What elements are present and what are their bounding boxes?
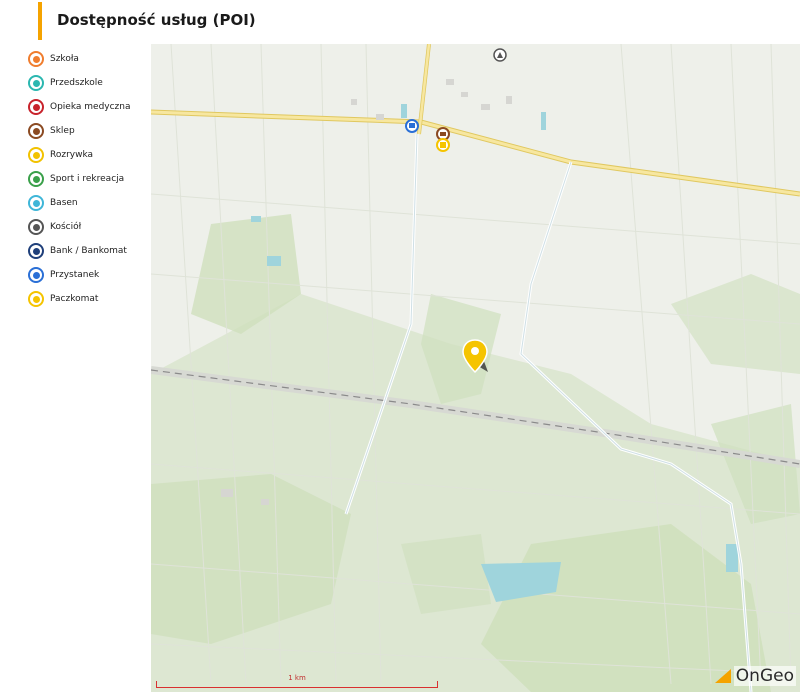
scale-tick-left <box>156 681 157 688</box>
legend-item-parcel-locker[interactable]: Paczkomat <box>28 287 150 311</box>
legend-item-school[interactable]: Szkoła <box>28 47 150 71</box>
legend-item-bus-stop[interactable]: Przystanek <box>28 263 150 287</box>
forest-areas <box>151 214 800 692</box>
map-canvas[interactable] <box>151 44 800 692</box>
legend-item-entertainment[interactable]: Rozrywka <box>28 143 150 167</box>
header-accent-bar <box>38 2 42 40</box>
legend-item-medical[interactable]: Opieka medyczna <box>28 95 150 119</box>
legend-label: Paczkomat <box>50 294 99 304</box>
legend-item-church[interactable]: Kościół <box>28 215 150 239</box>
sport-icon <box>28 171 44 187</box>
legend-item-pool[interactable]: Basen <box>28 191 150 215</box>
legend-item-sport[interactable]: Sport i rekreacja <box>28 167 150 191</box>
map-scale-bar: 1 km <box>156 674 438 688</box>
parcel-locker-icon <box>28 291 44 307</box>
legend-label: Kościół <box>50 222 82 232</box>
legend-label: Bank / Bankomat <box>50 246 127 256</box>
poi-church-marker[interactable] <box>493 48 507 62</box>
legend-label: Przystanek <box>50 270 100 280</box>
legend-label: Przedszkole <box>50 78 103 88</box>
brand-logo: OnGeo <box>714 666 796 686</box>
scale-tick-right <box>437 681 438 688</box>
pool-icon <box>28 195 44 211</box>
kindergarten-icon <box>28 75 44 91</box>
legend-item-bank[interactable]: Bank / Bankomat <box>28 239 150 263</box>
brand-name: OnGeo <box>733 666 796 686</box>
legend-label: Basen <box>50 198 78 208</box>
legend-label: Rozrywka <box>50 150 94 160</box>
bank-icon <box>28 243 44 259</box>
legend-item-shop[interactable]: Sklep <box>28 119 150 143</box>
entertainment-icon <box>28 147 44 163</box>
legend-item-kindergarten[interactable]: Przedszkole <box>28 71 150 95</box>
poi-bus-stop-marker[interactable] <box>405 119 419 133</box>
page-title: Dostępność usług (POI) <box>57 11 256 29</box>
bus-stop-icon <box>28 267 44 283</box>
church-icon <box>28 219 44 235</box>
logo-mark-icon <box>714 669 731 683</box>
medical-icon <box>28 99 44 115</box>
legend-label: Szkoła <box>50 54 79 64</box>
scale-label: 1 km <box>288 674 306 682</box>
poi-parcel-locker-marker[interactable] <box>436 138 450 152</box>
shop-icon <box>28 123 44 139</box>
poi-legend: Szkoła Przedszkole Opieka medyczna Sklep… <box>28 47 150 311</box>
legend-label: Sport i rekreacja <box>50 174 125 184</box>
main-road <box>151 44 800 197</box>
map-view[interactable]: OnGeo <box>151 44 800 692</box>
scale-line <box>156 687 438 688</box>
legend-label: Opieka medyczna <box>50 102 131 112</box>
school-icon <box>28 51 44 67</box>
legend-label: Sklep <box>50 126 75 136</box>
